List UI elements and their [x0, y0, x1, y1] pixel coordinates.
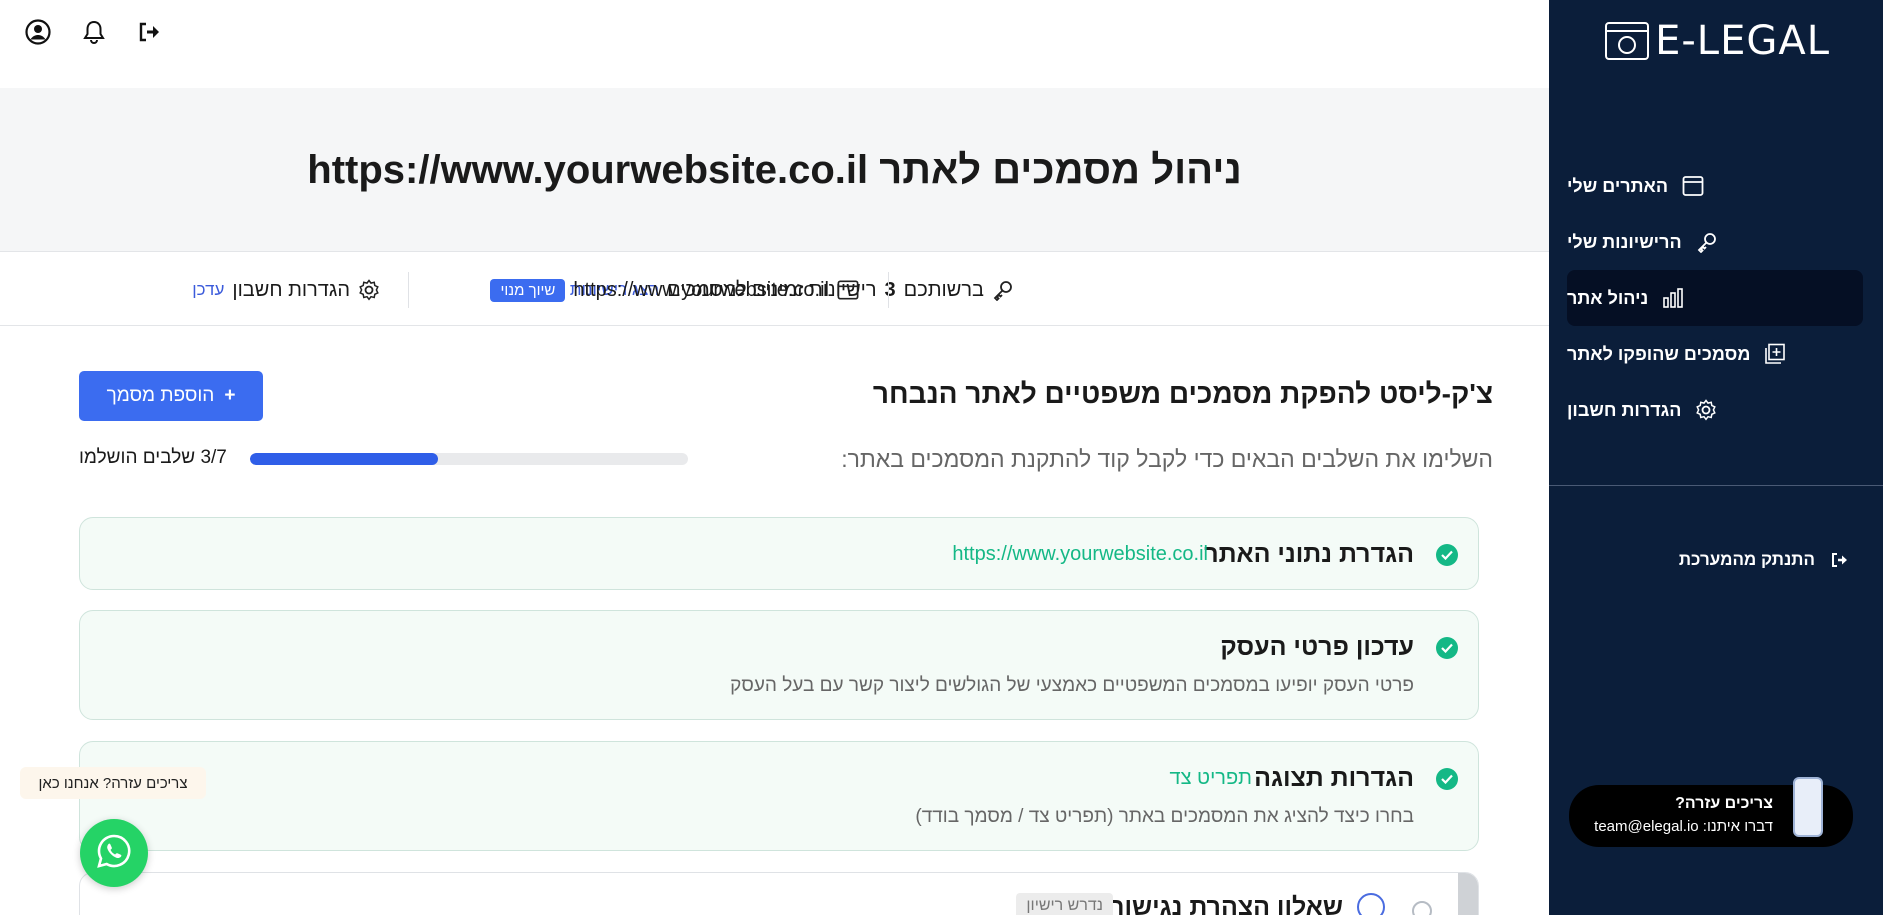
help-email: דברו איתנו: team@elegal.io: [1594, 818, 1773, 835]
step-title: שאלון הצהרת נגישות: [1106, 893, 1344, 915]
check-circle-icon: [1436, 544, 1458, 566]
step-radio[interactable]: [1412, 901, 1432, 915]
whatsapp-button[interactable]: [80, 819, 148, 887]
logo-icon: [1605, 22, 1650, 60]
sidebar-logout[interactable]: התנתק מהמערכת: [1679, 540, 1863, 580]
update-link[interactable]: עדכן: [192, 280, 224, 300]
scrollbar[interactable]: [1458, 873, 1478, 915]
help-chat-bubble[interactable]: צריכים עזרה? אנחנו כאן: [20, 767, 206, 799]
account-settings-info: הגדרות חשבון עדכן: [192, 276, 380, 304]
sign-out-icon[interactable]: [136, 18, 164, 46]
browser-window-icon: [1682, 175, 1704, 197]
bar-chart-icon: [1662, 287, 1684, 309]
key-icon: [1696, 231, 1718, 253]
sidebar-item-my-sites[interactable]: האתרים שלי: [1567, 158, 1863, 214]
website-url: https://www.yourwebsite.co.il: [573, 278, 829, 301]
whatsapp-icon: [95, 832, 133, 875]
step-title: הגדרת נתוני האתר: [1204, 540, 1414, 568]
key-icon: [992, 279, 1014, 301]
phone-icon: [1793, 777, 1823, 837]
accessibility-icon: [1357, 893, 1385, 915]
add-document-button[interactable]: + הוספת מסמך: [79, 371, 263, 421]
sidebar-item-label: ניהול אתר: [1567, 287, 1649, 308]
progress-fill: [250, 453, 439, 465]
page-header: ניהול מסמכים לאתר https://www.yourwebsit…: [0, 88, 1549, 252]
logo[interactable]: E-LEGAL: [1605, 18, 1830, 64]
logo-text: E-LEGAL: [1655, 18, 1830, 64]
sidebar-item-label: האתרים שלי: [1567, 175, 1668, 196]
gear-icon: [1695, 399, 1717, 421]
page-title: ניהול מסמכים לאתר https://www.yourwebsit…: [307, 148, 1242, 192]
help-title: צריכים עזרה?: [1675, 795, 1773, 812]
step-site-data[interactable]: הגדרת נתוני האתר https://www.yourwebsite…: [79, 517, 1479, 590]
step-display-settings[interactable]: הגדרות תצוגה תפריט צד בחרו כיצד להציג את…: [79, 741, 1479, 851]
check-circle-icon: [1436, 768, 1458, 790]
step-business-details[interactable]: עדכון פרטי העסק פרטי העסק יופיעו במסמכים…: [79, 610, 1479, 720]
assign-subscription-badge[interactable]: שיוך מנוי: [490, 278, 566, 302]
gear-icon: [358, 279, 380, 301]
sign-out-icon: [1829, 549, 1851, 571]
sidebar: E-LEGAL האתרים שלי הרישיונות שלי ניהול א…: [1549, 0, 1883, 915]
top-icons: [24, 18, 164, 46]
plus-icon: +: [224, 385, 236, 406]
document-plus-icon: [1764, 343, 1786, 365]
logout-label: התנתק מהמערכת: [1678, 550, 1815, 569]
account-settings-label: הגדרות חשבון: [232, 278, 350, 301]
divider: [888, 272, 889, 308]
sidebar-item-generated-documents[interactable]: מסמכים שהופקו לאתר: [1567, 326, 1863, 382]
sidebar-item-site-management[interactable]: ניהול אתר: [1567, 270, 1863, 326]
sidebar-item-account-settings[interactable]: הגדרות חשבון: [1567, 382, 1863, 438]
step-site-url: https://www.yourwebsite.co.il: [952, 543, 1208, 565]
website-info: https://www.yourwebsite.co.il שיוך מנוי: [490, 276, 859, 304]
sidebar-item-label: הרישיונות שלי: [1567, 231, 1682, 252]
bell-icon[interactable]: [80, 18, 108, 46]
browser-window-icon: [837, 279, 859, 301]
progress-bar: [250, 453, 688, 465]
sidebar-divider: [1549, 485, 1883, 486]
sidebar-nav: האתרים שלי הרישיונות שלי ניהול אתר מסמכי…: [1567, 158, 1863, 438]
user-account-icon[interactable]: [24, 18, 52, 46]
step-title: הגדרות תצוגה: [1254, 764, 1414, 792]
step-accessibility-questionnaire[interactable]: שאלון הצהרת נגישות נדרש רישיון: [79, 872, 1479, 915]
step-description: פרטי העסק יופיעו במסמכים המשפטיים כאמצעי…: [730, 675, 1414, 696]
check-circle-icon: [1436, 637, 1458, 659]
add-document-label: הוספת מסמך: [106, 385, 215, 406]
checklist-subtitle: השלימו את השלבים הבאים כדי לקבל קוד להתק…: [841, 446, 1493, 472]
checklist-title: צ'ק-ליסט להפקת מסמכים משפטיים לאתר הנבחר: [872, 378, 1493, 409]
top-bar: [0, 0, 1549, 88]
sidebar-item-label: מסמכים שהופקו לאתר: [1567, 343, 1751, 364]
licenses-count: 3: [884, 278, 896, 301]
sidebar-item-label: הגדרות חשבון: [1567, 399, 1682, 420]
step-description: בחרו כיצד להציג את המסמכים באתר (תפריט צ…: [915, 806, 1414, 827]
step-title: עדכון פרטי העסק: [1220, 633, 1414, 661]
site-info-row: ברשותכם 3 רישיונות זמינים למסמכים הצג רי…: [0, 252, 1549, 326]
license-required-badge: נדרש רישיון: [1016, 893, 1113, 915]
sidebar-item-my-licenses[interactable]: הרישיונות שלי: [1567, 214, 1863, 270]
divider: [408, 272, 409, 308]
step-display-mode: תפריט צד: [1169, 767, 1253, 789]
licenses-prefix: ברשותכם: [903, 278, 984, 301]
progress-label: 3/7 שלבים הושלמו: [79, 447, 227, 468]
help-card[interactable]: צריכים עזרה? דברו איתנו: team@elegal.io: [1569, 777, 1853, 847]
